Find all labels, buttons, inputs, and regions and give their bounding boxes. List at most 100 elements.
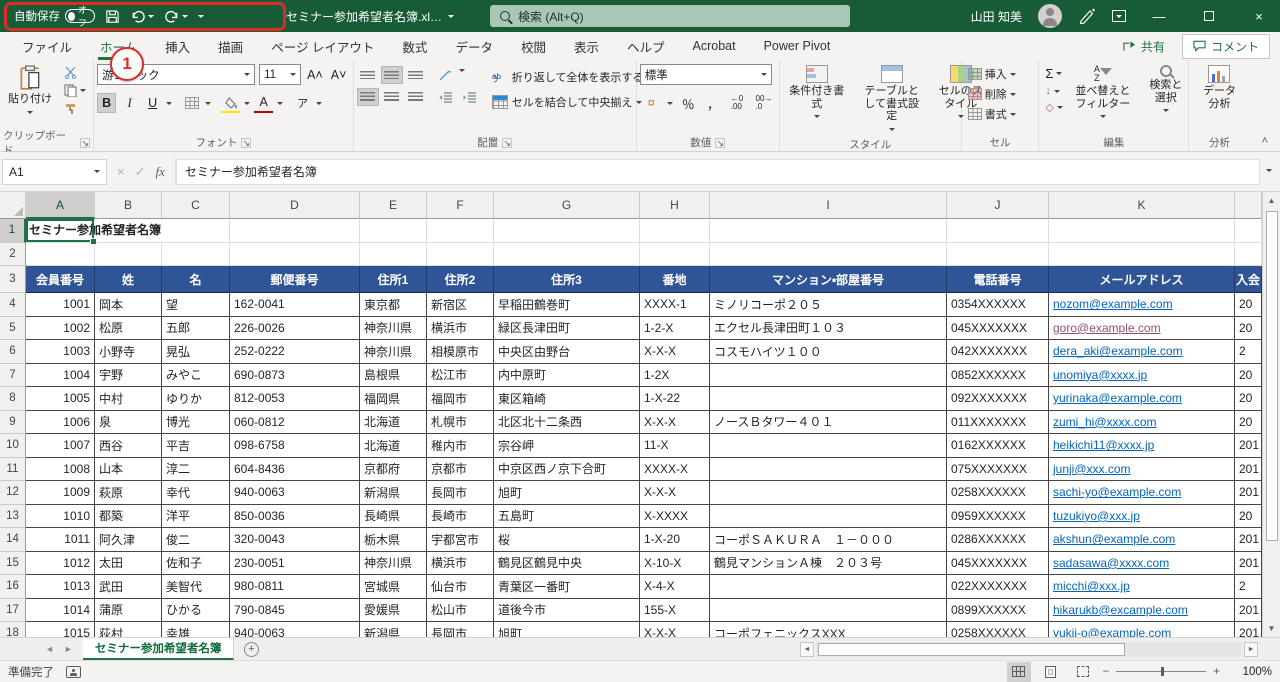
cell[interactable]: 松山市	[427, 598, 494, 622]
cell[interactable]	[710, 481, 947, 505]
tab-file[interactable]: ファイル	[8, 32, 86, 60]
cell[interactable]	[710, 575, 947, 599]
comma-style-button[interactable]: ，	[704, 93, 723, 113]
zoom-slider[interactable]	[1116, 667, 1207, 676]
cut-button[interactable]	[61, 65, 89, 80]
share-button[interactable]: 共有	[1112, 34, 1176, 59]
row-header-8[interactable]: 8	[0, 387, 26, 411]
email-link[interactable]: unomiya@xxxx.jp	[1049, 363, 1235, 387]
insert-cells-button[interactable]: 挿入	[965, 65, 1036, 83]
cell[interactable]: みやこ	[162, 363, 230, 387]
row-header-9[interactable]: 9	[0, 410, 26, 434]
row-header-4[interactable]: 4	[0, 293, 26, 317]
tab-view[interactable]: 表示	[560, 32, 613, 60]
copy-button[interactable]	[61, 83, 89, 98]
cell[interactable]: メールアドレス	[1049, 266, 1235, 293]
customize-qat-button[interactable]	[198, 11, 204, 21]
accessibility-checker-icon[interactable]	[66, 665, 81, 678]
zoom-percentage[interactable]: 100%	[1228, 666, 1272, 678]
cell[interactable]: 望	[162, 293, 230, 317]
cell[interactable]	[710, 457, 947, 481]
format-as-table-button[interactable]: テーブルとして書式設定	[855, 62, 929, 137]
cell[interactable]: 佐和子	[162, 551, 230, 575]
cell[interactable]: 都築	[95, 504, 162, 528]
cell[interactable]: 1002	[26, 316, 95, 340]
cell[interactable]: 230-0051	[230, 551, 360, 575]
cell[interactable]: 1-2-X	[640, 316, 710, 340]
row-header-11[interactable]: 11	[0, 457, 26, 481]
grow-font-button[interactable]: A˄	[305, 65, 325, 85]
orientation-button[interactable]	[435, 66, 457, 84]
tab-power-pivot[interactable]: Power Pivot	[750, 32, 845, 60]
minimize-button[interactable]: —	[1142, 0, 1176, 32]
cell[interactable]: 美智代	[162, 575, 230, 599]
cell[interactable]: X-X-X	[640, 622, 710, 637]
autosave-toggle-switch[interactable]: オフ	[65, 5, 95, 28]
format-painter-button[interactable]	[61, 101, 89, 116]
undo-dropdown-caret[interactable]	[148, 15, 154, 21]
shrink-font-button[interactable]: A˅	[329, 65, 349, 85]
cell[interactable]: 201	[1235, 528, 1262, 552]
search-box[interactable]: 検索 (Alt+Q)	[490, 5, 850, 27]
restore-button[interactable]	[1192, 0, 1226, 32]
column-header-partial[interactable]	[1235, 192, 1262, 219]
cell[interactable]: 098-6758	[230, 434, 360, 458]
cell[interactable]: 松江市	[427, 363, 494, 387]
find-select-button[interactable]: 検索と選択	[1140, 62, 1192, 118]
font-dialog-launcher[interactable]: ↘	[241, 137, 252, 148]
expand-formula-bar-caret[interactable]	[1266, 168, 1272, 175]
bold-button[interactable]: B	[97, 93, 117, 113]
cell[interactable]: 1008	[26, 457, 95, 481]
column-header-J[interactable]: J	[947, 192, 1049, 219]
row-header-3[interactable]: 3	[0, 266, 26, 293]
redo-button[interactable]	[164, 9, 188, 24]
cell[interactable]: 青葉区一番町	[494, 575, 640, 599]
paste-button[interactable]: 貼り付け	[3, 62, 57, 120]
email-link[interactable]: nozom@example.com	[1049, 293, 1235, 317]
select-all-corner[interactable]	[0, 192, 26, 219]
cell[interactable]: 中央区由野台	[494, 340, 640, 364]
cell[interactable]	[1049, 242, 1235, 266]
cancel-icon[interactable]: ×	[117, 164, 125, 179]
vertical-scrollbar[interactable]: ▲ ▼	[1262, 192, 1280, 637]
cell[interactable]: 226-0026	[230, 316, 360, 340]
cell[interactable]: 電話番号	[947, 266, 1049, 293]
cell[interactable]	[640, 242, 710, 266]
save-button[interactable]	[105, 9, 120, 24]
page-break-view-button[interactable]	[1071, 662, 1095, 682]
cell[interactable]: ノースＢタワー４０１	[710, 410, 947, 434]
cell[interactable]: 1009	[26, 481, 95, 505]
user-avatar[interactable]	[1038, 4, 1062, 28]
cell[interactable]: 郵便番号	[230, 266, 360, 293]
cell[interactable]: 平吉	[162, 434, 230, 458]
document-title[interactable]: セミナー参加希望者名簿.xl…	[286, 8, 455, 25]
wrap-text-button[interactable]: ab 折り返して全体を表示する	[489, 67, 647, 87]
align-left-button[interactable]	[356, 88, 379, 106]
row-header-5[interactable]: 5	[0, 316, 26, 340]
cell[interactable]: 980-0811	[230, 575, 360, 599]
zoom-slider-thumb[interactable]	[1161, 667, 1165, 676]
normal-view-button[interactable]	[1006, 661, 1031, 682]
format-cells-button[interactable]: 書式	[965, 105, 1036, 123]
cell[interactable]: 045XXXXXXX	[947, 551, 1049, 575]
cell[interactable]: 075XXXXXXX	[947, 457, 1049, 481]
vertical-scroll-thumb[interactable]	[1265, 211, 1278, 541]
cell[interactable]: 博光	[162, 410, 230, 434]
cell[interactable]: 0162XXXXXX	[947, 434, 1049, 458]
accounting-format-button[interactable]: ¤	[642, 93, 661, 113]
page-layout-view-button[interactable]	[1039, 662, 1063, 682]
cell[interactable]: 北海道	[360, 410, 427, 434]
paste-caret[interactable]	[27, 110, 33, 117]
cell[interactable]: 2	[1235, 340, 1262, 364]
cell[interactable]: 住所1	[360, 266, 427, 293]
cell[interactable]: 小野寺	[95, 340, 162, 364]
cell[interactable]: X-X-X	[640, 481, 710, 505]
column-header-E[interactable]: E	[360, 192, 427, 219]
cell[interactable]: 番地	[640, 266, 710, 293]
cell[interactable]: 泉	[95, 410, 162, 434]
cell[interactable]: 愛媛県	[360, 598, 427, 622]
cell[interactable]: 中京区西ノ京下合町	[494, 457, 640, 481]
email-link[interactable]: hikarukb@excample.com	[1049, 598, 1235, 622]
cell[interactable]: 栃木県	[360, 528, 427, 552]
cell[interactable]: 新潟県	[360, 622, 427, 637]
